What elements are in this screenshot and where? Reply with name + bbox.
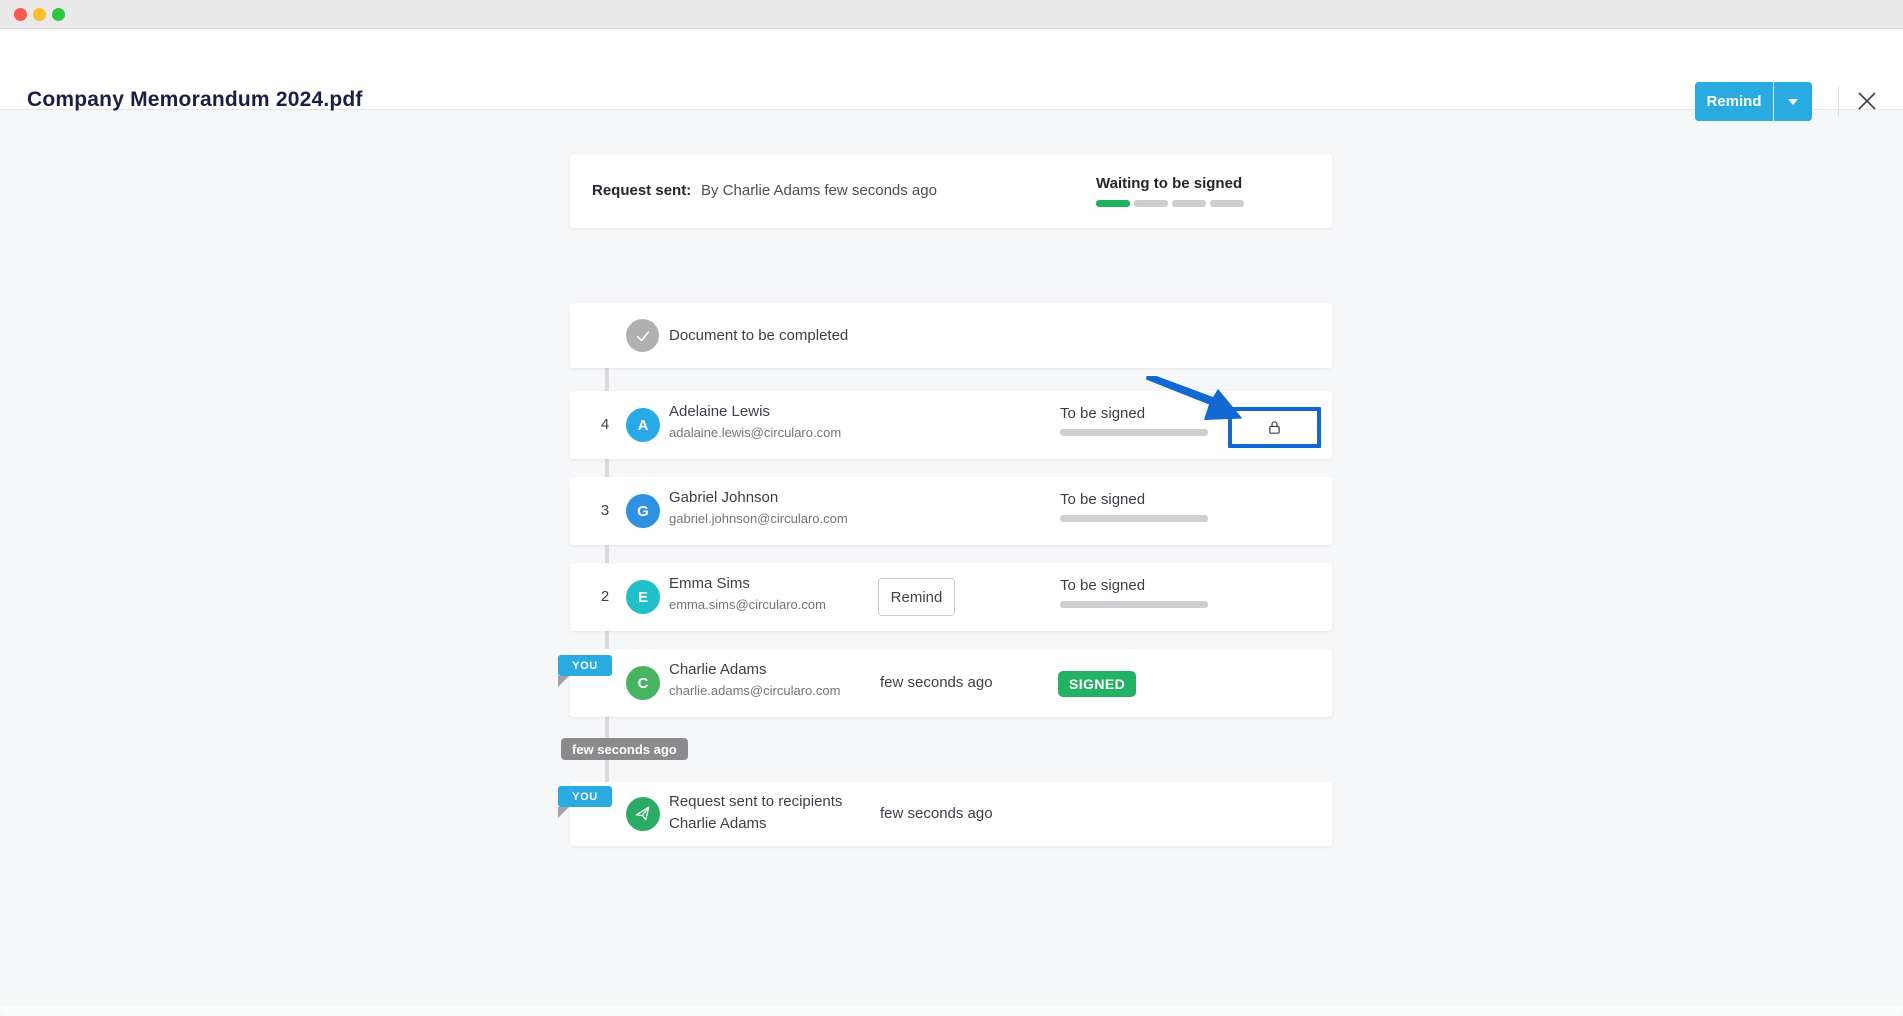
request-sent-info: By Charlie Adams few seconds ago bbox=[701, 182, 937, 199]
avatar: A bbox=[626, 408, 660, 442]
progress-segment bbox=[1172, 200, 1206, 207]
remind-recipient-button[interactable]: Remind bbox=[878, 578, 955, 616]
check-circle-icon bbox=[626, 319, 659, 352]
recipient-row-emma: 2 E Emma Sims emma.sims@circularo.com Re… bbox=[570, 563, 1332, 631]
recipient-status: To be signed bbox=[1060, 577, 1145, 594]
progress-segment bbox=[1210, 200, 1244, 207]
minimize-traffic-light[interactable] bbox=[33, 8, 46, 21]
recipient-order: 4 bbox=[594, 416, 616, 433]
recipient-name: Emma Sims bbox=[669, 575, 750, 592]
document-step-label: Document to be completed bbox=[669, 327, 848, 344]
waiting-status-title: Waiting to be signed bbox=[1096, 175, 1242, 192]
request-sent-label: Request sent: bbox=[592, 182, 691, 199]
recipient-order: 2 bbox=[594, 588, 616, 605]
remind-dropdown-button[interactable] bbox=[1773, 82, 1812, 121]
you-badge: YOU bbox=[558, 786, 612, 807]
recipient-progress-bar bbox=[1060, 429, 1208, 436]
you-badge-tail bbox=[558, 676, 569, 687]
recipient-order: 3 bbox=[594, 502, 616, 519]
remind-button[interactable]: Remind bbox=[1695, 82, 1773, 121]
recipient-email: emma.sims@circularo.com bbox=[669, 597, 826, 612]
signing-progress-bar bbox=[1096, 200, 1244, 207]
progress-segment bbox=[1096, 200, 1130, 207]
chevron-down-icon bbox=[1788, 99, 1798, 105]
recipient-progress-bar bbox=[1060, 601, 1208, 608]
remind-split-button: Remind bbox=[1695, 82, 1812, 121]
request-sent-event-card: Request sent to recipients Charlie Adams… bbox=[570, 782, 1332, 846]
signed-time: few seconds ago bbox=[880, 674, 993, 691]
elapsed-time-badge: few seconds ago bbox=[561, 738, 688, 760]
recipient-progress-bar bbox=[1060, 515, 1208, 522]
recipient-name: Charlie Adams bbox=[669, 661, 767, 678]
document-header: Company Memorandum 2024.pdf Remind bbox=[0, 29, 1903, 110]
window-bottom-edge bbox=[0, 1006, 1903, 1016]
avatar: E bbox=[626, 580, 660, 614]
maximize-traffic-light[interactable] bbox=[52, 8, 65, 21]
page-title: Company Memorandum 2024.pdf bbox=[27, 88, 363, 112]
recipient-status: To be signed bbox=[1060, 491, 1145, 508]
avatar: G bbox=[626, 494, 660, 528]
recipient-email: gabriel.johnson@circularo.com bbox=[669, 511, 848, 526]
document-step-card: Document to be completed bbox=[570, 303, 1332, 368]
recipient-name: Gabriel Johnson bbox=[669, 489, 778, 506]
sent-event-subtitle: Charlie Adams bbox=[669, 815, 767, 832]
recipient-email: adalaine.lewis@circularo.com bbox=[669, 425, 841, 440]
recipient-status: To be signed bbox=[1060, 405, 1145, 422]
sent-event-time: few seconds ago bbox=[880, 805, 993, 822]
you-badge: YOU bbox=[558, 655, 612, 676]
close-button[interactable] bbox=[1854, 89, 1880, 115]
lock-icon bbox=[1266, 419, 1283, 436]
signed-status-badge: SIGNED bbox=[1058, 671, 1136, 697]
send-icon bbox=[626, 797, 660, 831]
you-badge-tail bbox=[558, 807, 569, 818]
window-titlebar bbox=[0, 0, 1903, 29]
recipient-email: charlie.adams@circularo.com bbox=[669, 683, 840, 698]
recipient-row-gabriel: 3 G Gabriel Johnson gabriel.johnson@circ… bbox=[570, 477, 1332, 545]
header-divider bbox=[1838, 86, 1839, 116]
close-icon bbox=[1855, 89, 1879, 113]
request-summary-card: Request sent: By Charlie Adams few secon… bbox=[570, 154, 1332, 228]
sent-event-title: Request sent to recipients bbox=[669, 793, 842, 810]
recipient-row-charlie: C Charlie Adams charlie.adams@circularo.… bbox=[570, 649, 1332, 717]
close-traffic-light[interactable] bbox=[14, 8, 27, 21]
recipient-name: Adelaine Lewis bbox=[669, 403, 770, 420]
pointer-arrow bbox=[1146, 376, 1246, 422]
avatar: C bbox=[626, 666, 660, 700]
progress-segment bbox=[1134, 200, 1168, 207]
